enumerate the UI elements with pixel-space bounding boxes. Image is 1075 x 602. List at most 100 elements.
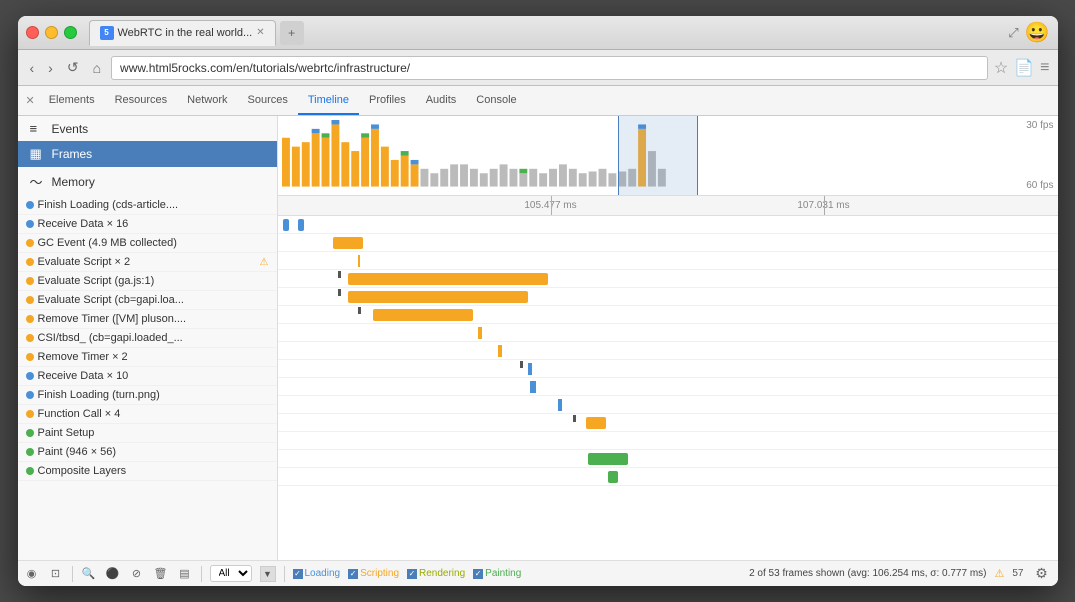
tab-console[interactable]: Console bbox=[466, 86, 526, 115]
frame-count: 57 bbox=[1012, 568, 1023, 579]
divider bbox=[72, 566, 73, 582]
sidebar-item-memory[interactable]: 〜 Memory bbox=[18, 167, 277, 196]
event-dot bbox=[26, 467, 34, 475]
list-item[interactable]: Function Call × 4 bbox=[18, 405, 277, 424]
table-row bbox=[278, 414, 1058, 432]
address-input[interactable] bbox=[111, 56, 988, 80]
list-item[interactable]: Evaluate Script × 2 ⚠ bbox=[18, 253, 277, 272]
table-row bbox=[278, 324, 1058, 342]
list-item[interactable]: Composite Layers bbox=[18, 462, 277, 481]
sidebar-item-events[interactable]: ≡ Events bbox=[18, 116, 277, 141]
resize-icon[interactable]: ⤢ bbox=[1008, 25, 1018, 41]
filter-icon[interactable]: ▤ bbox=[177, 566, 193, 582]
scripting-filter-checkbox[interactable]: ✓ Scripting bbox=[348, 568, 399, 579]
list-item[interactable]: Remove Timer ([VM] pluson.... bbox=[18, 310, 277, 329]
tab-sources[interactable]: Sources bbox=[238, 86, 298, 115]
checkbox-icon: ✓ bbox=[293, 569, 303, 579]
event-label: Evaluate Script × 2 bbox=[38, 256, 256, 268]
search-icon[interactable]: 🔍 bbox=[81, 566, 97, 582]
list-item[interactable]: CSI/tbsd_ (cb=gapi.loaded_... bbox=[18, 329, 277, 348]
expand-arrow bbox=[520, 361, 523, 368]
fps-30-label: 30 fps bbox=[1026, 120, 1053, 131]
back-button[interactable]: ‹ bbox=[26, 58, 39, 78]
fps-bars-container bbox=[278, 116, 1018, 195]
table-row bbox=[278, 360, 1058, 378]
list-item[interactable]: Evaluate Script (ga.js:1) bbox=[18, 272, 277, 291]
clear-icon[interactable]: ⊡ bbox=[48, 566, 64, 582]
stop-icon[interactable]: ⊘ bbox=[129, 566, 145, 582]
menu-icon[interactable]: ≡ bbox=[1040, 59, 1049, 77]
devtools-close-button[interactable]: ✕ bbox=[22, 92, 39, 109]
tab-timeline[interactable]: Timeline bbox=[298, 86, 359, 115]
forward-button[interactable]: › bbox=[44, 58, 57, 78]
list-item[interactable]: Receive Data × 10 bbox=[18, 367, 277, 386]
sidebar-item-events-label: Events bbox=[52, 122, 89, 136]
list-item[interactable]: Finish Loading (cds-article.... bbox=[18, 196, 277, 215]
record-bar bbox=[530, 381, 536, 393]
dot-icon[interactable]: ⚫ bbox=[105, 566, 121, 582]
close-button[interactable] bbox=[26, 26, 39, 39]
list-item[interactable]: GC Event (4.9 MB collected) bbox=[18, 234, 277, 253]
address-bar: ‹ › ↺ ⌂ ☆ 📄 ≡ bbox=[18, 50, 1058, 86]
event-label: Paint Setup bbox=[38, 427, 269, 439]
table-row bbox=[278, 252, 1058, 270]
record-bar bbox=[283, 219, 289, 231]
settings-button[interactable]: ⚙ bbox=[1032, 564, 1052, 584]
record-bar bbox=[298, 219, 304, 231]
sidebar-item-frames[interactable]: ▦ Frames bbox=[18, 141, 277, 167]
table-row bbox=[278, 216, 1058, 234]
record-bar bbox=[333, 237, 363, 249]
event-label: Finish Loading (turn.png) bbox=[38, 389, 269, 401]
record-icon[interactable]: ◉ bbox=[24, 566, 40, 582]
filter-dropdown-btn[interactable]: ▼ bbox=[260, 566, 276, 582]
page-icon[interactable]: 📄 bbox=[1014, 58, 1034, 78]
list-item[interactable]: Evaluate Script (cb=gapi.loa... bbox=[18, 291, 277, 310]
table-row bbox=[278, 288, 1058, 306]
expand-arrow bbox=[338, 271, 341, 278]
maximize-button[interactable] bbox=[64, 26, 77, 39]
list-item[interactable]: Paint Setup bbox=[18, 424, 277, 443]
title-bar: 5 WebRTC in the real world... ✕ + ⤢ 😀 bbox=[18, 16, 1058, 50]
address-icons: ☆ 📄 ≡ bbox=[994, 58, 1050, 78]
tab-title: WebRTC in the real world... bbox=[118, 27, 253, 39]
painting-filter-checkbox[interactable]: ✓ Painting bbox=[473, 568, 521, 579]
ruler-line-2 bbox=[824, 196, 825, 215]
record-bar bbox=[348, 273, 548, 285]
ruler-line-1 bbox=[551, 196, 552, 215]
tab-profiles[interactable]: Profiles bbox=[359, 86, 416, 115]
status-warning-icon: ⚠ bbox=[995, 567, 1005, 580]
tab-audits[interactable]: Audits bbox=[416, 86, 467, 115]
record-bar bbox=[498, 345, 502, 357]
list-item[interactable]: Finish Loading (turn.png) bbox=[18, 386, 277, 405]
loading-filter-checkbox[interactable]: ✓ Loading bbox=[293, 568, 341, 579]
trash-icon[interactable]: 🗑 bbox=[153, 566, 169, 582]
refresh-button[interactable]: ↺ bbox=[63, 57, 83, 78]
event-dot bbox=[26, 239, 34, 247]
tab-network[interactable]: Network bbox=[177, 86, 237, 115]
table-row bbox=[278, 234, 1058, 252]
tab-resources[interactable]: Resources bbox=[105, 86, 178, 115]
list-item[interactable]: Receive Data × 16 bbox=[18, 215, 277, 234]
minimize-button[interactable] bbox=[45, 26, 58, 39]
tab-close-icon[interactable]: ✕ bbox=[256, 27, 264, 38]
rendering-label: Rendering bbox=[419, 568, 465, 579]
list-item[interactable]: Paint (946 × 56) bbox=[18, 443, 277, 462]
expand-arrow bbox=[338, 289, 341, 296]
tab-elements[interactable]: Elements bbox=[39, 86, 105, 115]
home-button[interactable]: ⌂ bbox=[89, 58, 105, 78]
expand-arrow bbox=[573, 415, 576, 422]
window-controls-right: ⤢ 😀 bbox=[1008, 20, 1049, 45]
star-icon[interactable]: ☆ bbox=[994, 58, 1008, 78]
status-bar: ◉ ⊡ 🔍 ⚫ ⊘ 🗑 ▤ All ▼ ✓ Loading ✓ Scriptin… bbox=[18, 560, 1058, 586]
filter-select[interactable]: All bbox=[210, 565, 252, 582]
table-row bbox=[278, 432, 1058, 450]
table-row bbox=[278, 450, 1058, 468]
checkbox-icon: ✓ bbox=[348, 569, 358, 579]
browser-tab[interactable]: 5 WebRTC in the real world... ✕ bbox=[89, 20, 276, 46]
list-item[interactable]: Remove Timer × 2 bbox=[18, 348, 277, 367]
table-row bbox=[278, 270, 1058, 288]
table-row bbox=[278, 306, 1058, 324]
new-tab-button[interactable]: + bbox=[280, 21, 304, 45]
rendering-filter-checkbox[interactable]: ✓ Rendering bbox=[407, 568, 465, 579]
record-bar bbox=[558, 399, 562, 411]
